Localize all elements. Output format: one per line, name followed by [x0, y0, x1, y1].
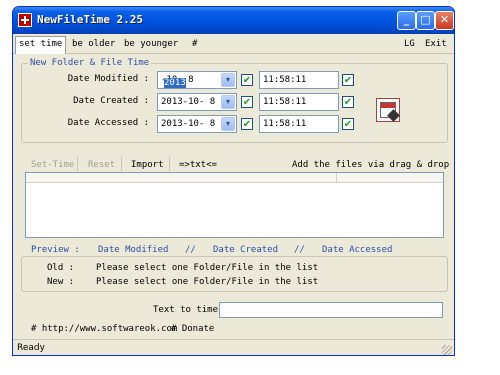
- date-accessed-label: Date Accessed :: [67, 118, 149, 128]
- website-link[interactable]: # http://www.softwareok.com: [31, 324, 177, 334]
- new-value: Please select one Folder/File in the lis…: [96, 277, 319, 287]
- date-created-label: Date Created :: [73, 96, 149, 106]
- time-modified-field[interactable]: 11:58:11: [259, 71, 339, 89]
- reset-button[interactable]: Reset: [88, 159, 115, 173]
- txt-button[interactable]: =>txt<=: [179, 159, 217, 173]
- new-label: New :: [47, 277, 75, 287]
- time-accessed-field[interactable]: 11:58:11: [259, 115, 339, 133]
- text-to-time-input[interactable]: [219, 302, 443, 318]
- date-accessed-picker[interactable]: 2013-10- 8 ▾: [157, 115, 237, 133]
- app-window: NewFileTime 2.25 _ □ ✕ set time be older…: [12, 6, 455, 356]
- toolbar-separator: [121, 157, 122, 171]
- menu-bar: set time be older be younger # LG Exit: [13, 34, 454, 54]
- date-modified-checkbox[interactable]: ✔: [241, 74, 253, 86]
- file-list[interactable]: [25, 172, 444, 238]
- preview-date-accessed: Date Accessed: [322, 245, 393, 255]
- minimize-button[interactable]: _: [397, 11, 416, 30]
- text-to-time-label: Text to time: [153, 305, 219, 315]
- chevron-down-icon[interactable]: ▾: [221, 73, 235, 87]
- app-icon[interactable]: [18, 13, 32, 27]
- date-accessed-value: 2013-10- 8: [161, 119, 216, 129]
- chevron-down-icon[interactable]: ▾: [221, 117, 235, 131]
- time-created-field[interactable]: 11:58:11: [259, 93, 339, 111]
- old-value: Please select one Folder/File in the lis…: [96, 263, 319, 273]
- maximize-button[interactable]: □: [416, 11, 435, 30]
- date-created-checkbox[interactable]: ✔: [241, 96, 253, 108]
- list-header[interactable]: [26, 173, 443, 183]
- status-bar: Ready: [13, 339, 454, 355]
- date-modified-label: Date Modified :: [67, 74, 149, 84]
- toolbar-separator: [77, 157, 78, 171]
- column-divider[interactable]: [336, 173, 337, 183]
- date-accessed-checkbox[interactable]: ✔: [241, 118, 253, 130]
- set-time-button[interactable]: Set-Time: [31, 159, 74, 173]
- import-button[interactable]: Import: [131, 159, 164, 173]
- date-created-value: 2013-10- 8: [161, 97, 216, 107]
- donate-link[interactable]: # Donate: [171, 324, 214, 334]
- toolbar-separator: [169, 157, 170, 171]
- drag-drop-menu[interactable]: Add the files via drag & drop ▾: [292, 159, 454, 182]
- calendar-edit-button[interactable]: [376, 98, 400, 122]
- time-created-checkbox[interactable]: ✔: [342, 96, 354, 108]
- time-modified-checkbox[interactable]: ✔: [342, 74, 354, 86]
- chevron-down-icon[interactable]: ▾: [221, 95, 235, 109]
- preview-divider: //: [294, 245, 305, 255]
- menu-hash[interactable]: #: [189, 37, 200, 53]
- status-text: Ready: [17, 343, 45, 353]
- menu-be-younger[interactable]: be younger: [121, 37, 181, 53]
- menu-set-time[interactable]: set time: [15, 36, 67, 54]
- window-title: NewFileTime 2.25: [37, 13, 143, 26]
- menu-exit[interactable]: Exit: [422, 37, 450, 53]
- date-modified-value: 2013-10- 8: [161, 75, 194, 88]
- resize-grip[interactable]: [442, 345, 452, 355]
- time-accessed-checkbox[interactable]: ✔: [342, 118, 354, 130]
- preview-date-created: Date Created: [213, 245, 279, 255]
- menu-language[interactable]: LG: [401, 37, 418, 53]
- close-button[interactable]: ✕: [435, 11, 454, 30]
- preview-label: Preview :: [31, 245, 80, 255]
- old-label: Old :: [47, 263, 75, 273]
- preview-date-modified: Date Modified: [98, 245, 169, 255]
- menu-be-older[interactable]: be older: [69, 37, 118, 53]
- preview-divider: //: [185, 245, 196, 255]
- title-bar[interactable]: NewFileTime 2.25 _ □ ✕: [13, 7, 454, 34]
- group-title: New Folder & File Time: [28, 58, 152, 68]
- date-created-picker[interactable]: 2013-10- 8 ▾: [157, 93, 237, 111]
- date-modified-picker[interactable]: 2013-10- 8 ▾: [157, 71, 237, 89]
